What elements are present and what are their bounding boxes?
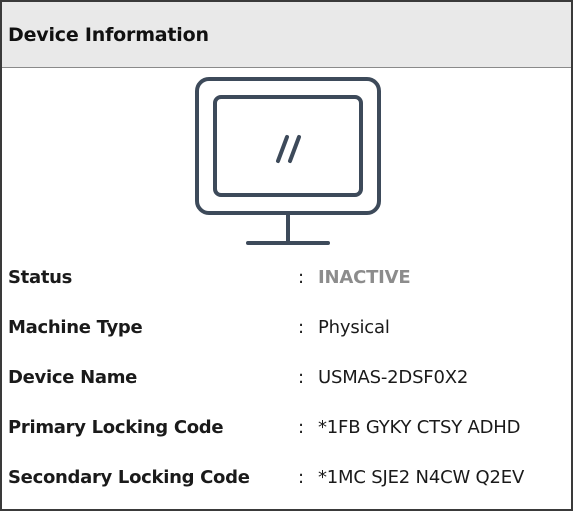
primary-locking-code-separator: : <box>298 416 305 438</box>
info-row-machine-type: Machine Type : Physical <box>8 302 571 352</box>
status-value: INACTIVE <box>318 266 411 288</box>
secondary-locking-code-separator: : <box>298 466 305 488</box>
panel-header: Device Information <box>2 2 571 68</box>
status-label: Status <box>8 266 73 288</box>
secondary-locking-code-value: *1MC SJE2 N4CW Q2EV <box>318 466 525 488</box>
info-row-device-name: Device Name : USMAS-2DSF0X2 <box>8 352 571 402</box>
device-name-separator: : <box>298 366 305 388</box>
info-row-status: Status : INACTIVE <box>8 252 571 302</box>
info-row-secondary-locking-code: Secondary Locking Code : *1MC SJE2 N4CW … <box>8 452 571 502</box>
info-row-primary-locking-code: Primary Locking Code : *1FB GYKY CTSY AD… <box>8 402 571 452</box>
device-name-label: Device Name <box>8 366 138 388</box>
machine-type-label: Machine Type <box>8 316 143 338</box>
device-name-value: USMAS-2DSF0X2 <box>318 366 469 388</box>
secondary-locking-code-label: Secondary Locking Code <box>8 466 250 488</box>
machine-type-separator: : <box>298 316 305 338</box>
panel-title: Device Information <box>8 23 209 46</box>
desktop-monitor-icon <box>195 77 381 245</box>
device-info-list: Status : INACTIVE Machine Type : Physica… <box>8 252 571 502</box>
device-information-panel: Device Information Status : INACTIVE Mac… <box>0 0 573 511</box>
device-icon-area <box>2 69 571 249</box>
primary-locking-code-value: *1FB GYKY CTSY ADHD <box>318 416 521 438</box>
machine-type-value: Physical <box>318 316 390 338</box>
primary-locking-code-label: Primary Locking Code <box>8 416 224 438</box>
status-separator: : <box>298 266 305 288</box>
